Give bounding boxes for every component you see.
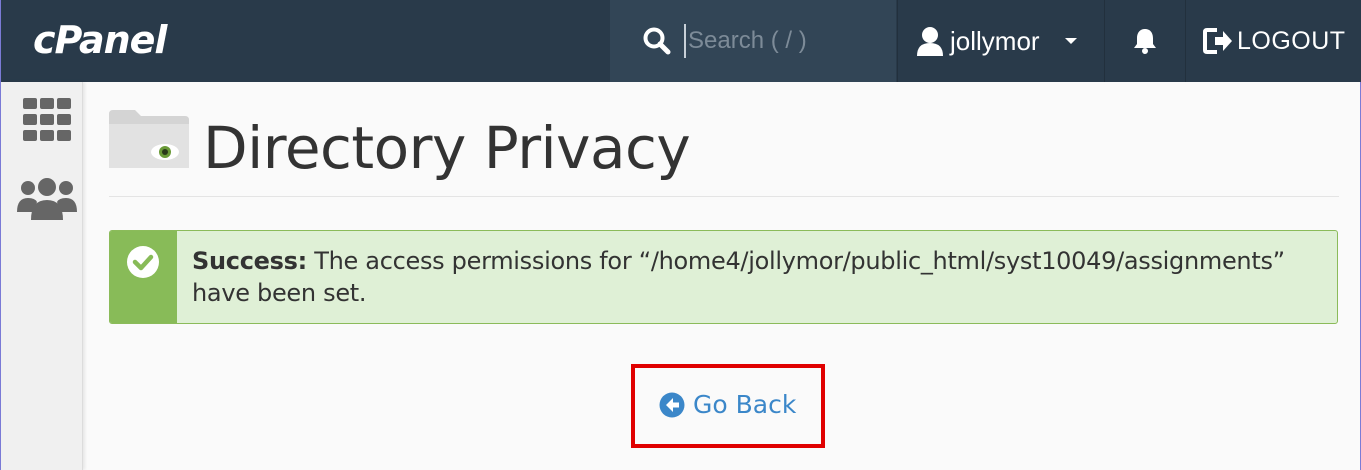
sidebar <box>1 82 83 470</box>
alert-message: Success: The access permissions for “/ho… <box>192 245 1317 309</box>
user-icon <box>917 27 943 56</box>
page-header: Directory Privacy <box>109 82 1339 197</box>
logout-icon <box>1203 28 1232 54</box>
search-icon <box>643 27 671 55</box>
go-back-label: Go Back <box>693 390 797 419</box>
folder-eye-icon <box>109 110 189 168</box>
success-alert: Success: The access permissions for “/ho… <box>109 230 1338 324</box>
bell-icon <box>1134 29 1156 54</box>
username-label: jollymor <box>950 25 1040 56</box>
search-box <box>610 0 896 82</box>
highlight-box: Go Back <box>631 364 825 448</box>
cpanel-logo[interactable]: cPanel <box>33 18 167 62</box>
alert-label: Success: <box>192 247 307 275</box>
search-input[interactable] <box>684 24 878 58</box>
main-content: Directory Privacy Success: The access pe… <box>109 82 1339 448</box>
page-title: Directory Privacy <box>203 114 691 182</box>
chevron-down-icon <box>1064 38 1077 44</box>
notifications-button[interactable] <box>1104 0 1186 82</box>
check-circle-icon <box>127 246 159 278</box>
logout-label: LOGOUT <box>1237 26 1346 55</box>
users-icon[interactable] <box>17 178 77 222</box>
arrow-left-circle-icon <box>659 392 685 417</box>
logout-button[interactable]: LOGOUT <box>1185 0 1361 82</box>
top-navbar: cPanel jollymor <box>1 0 1361 82</box>
user-menu[interactable]: jollymor <box>897 0 1105 82</box>
alert-accent <box>110 231 177 323</box>
go-back-link[interactable]: Go Back <box>659 390 796 419</box>
alert-body: The access permissions for “/home4/jolly… <box>192 247 1285 307</box>
grid-icon[interactable] <box>23 98 71 142</box>
page: cPanel jollymor <box>0 0 1361 470</box>
